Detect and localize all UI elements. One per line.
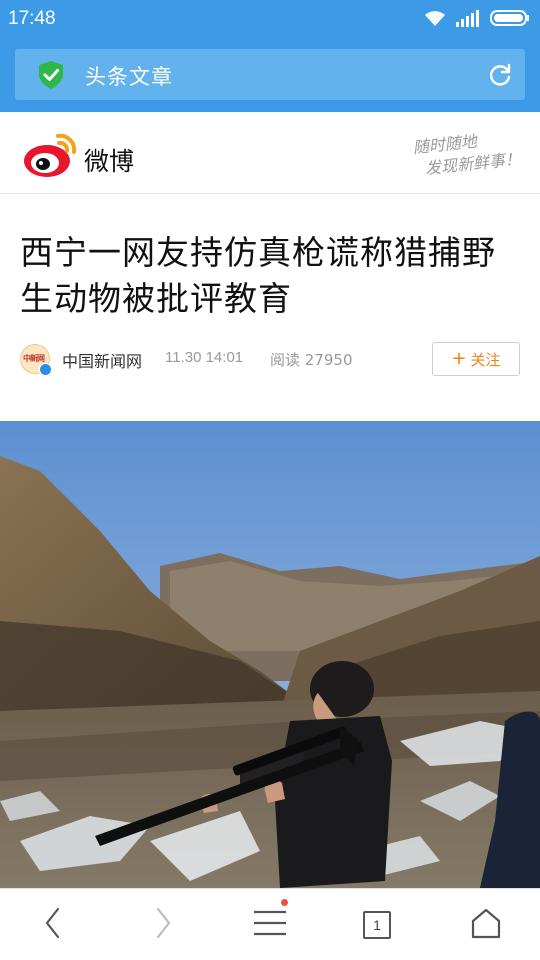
notification-dot bbox=[281, 899, 288, 906]
signal-icon bbox=[456, 9, 480, 27]
menu-icon bbox=[253, 909, 287, 941]
status-icons bbox=[424, 9, 530, 27]
tabs-button[interactable]: 1 bbox=[357, 905, 397, 945]
top-bar: 17:48 头条文章 bbox=[0, 0, 540, 112]
status-time: 17:48 bbox=[8, 8, 56, 29]
tab-count: 1 bbox=[363, 911, 391, 939]
status-bar: 17:48 bbox=[0, 0, 540, 38]
forward-button[interactable] bbox=[143, 905, 183, 945]
follow-button[interactable]: + 关注 bbox=[432, 342, 520, 376]
avatar-logo-text: 中新网 bbox=[23, 354, 45, 363]
menu-button[interactable] bbox=[250, 899, 290, 945]
article-title: 西宁一网友持仿真枪谎称猎捕野生动物被批评教育 bbox=[20, 233, 496, 318]
address-bar[interactable]: 头条文章 bbox=[15, 49, 525, 100]
read-count: 阅读 27950 bbox=[270, 351, 353, 369]
page-title: 头条文章 bbox=[85, 65, 173, 89]
plus-icon: + bbox=[451, 348, 467, 369]
weibo-slogan: 随时随地 发现新鲜事！ bbox=[368, 126, 522, 185]
reload-icon[interactable] bbox=[487, 62, 513, 92]
follow-label: 关注 bbox=[470, 350, 501, 369]
wifi-icon bbox=[424, 9, 446, 27]
shield-check-icon bbox=[37, 60, 65, 94]
home-icon bbox=[470, 907, 502, 943]
verified-badge-icon bbox=[39, 363, 52, 376]
publish-time: 11.30 14:01 bbox=[165, 349, 244, 366]
weibo-header: 微博 随时随地 发现新鲜事！ bbox=[0, 112, 540, 194]
article-photo[interactable] bbox=[0, 421, 540, 888]
weibo-brand-name: 微博 bbox=[84, 147, 135, 176]
home-button[interactable] bbox=[466, 905, 506, 945]
weibo-logo-icon[interactable] bbox=[22, 130, 80, 184]
bottom-toolbar: 1 bbox=[0, 888, 540, 960]
chevron-right-icon bbox=[153, 907, 173, 943]
author-avatar[interactable]: 中新网 bbox=[20, 344, 52, 376]
article-meta: 中新网 中国新闻网 11.30 14:01 阅读 27950 + 关注 bbox=[20, 342, 520, 376]
back-button[interactable] bbox=[33, 905, 73, 945]
chevron-left-icon bbox=[43, 907, 63, 943]
author-name[interactable]: 中国新闻网 bbox=[62, 348, 142, 372]
battery-icon bbox=[490, 9, 530, 27]
